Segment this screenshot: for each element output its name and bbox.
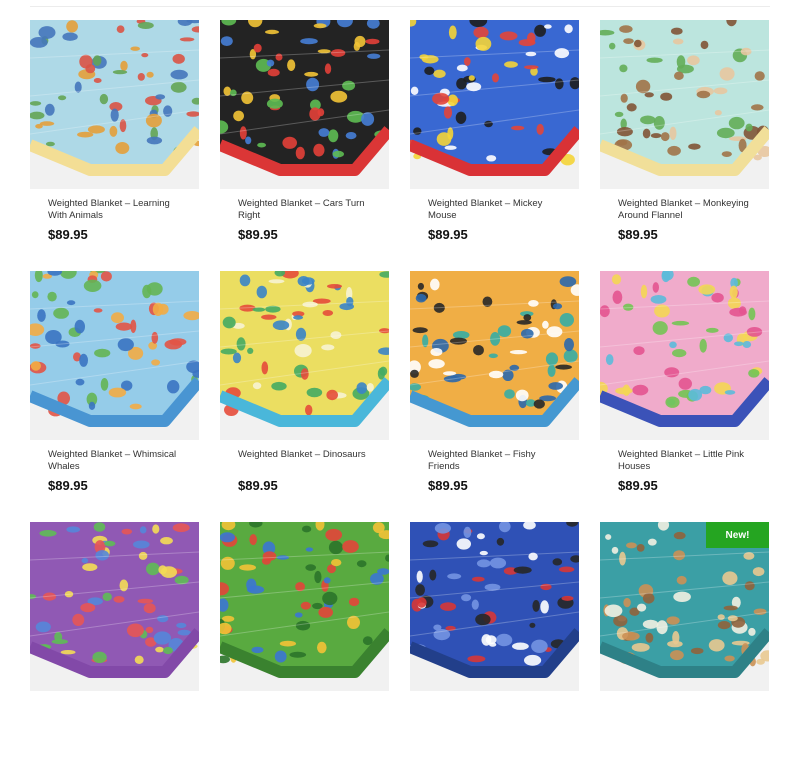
product-thumbnail[interactable] xyxy=(30,271,199,440)
product-thumbnail[interactable]: New! xyxy=(600,522,769,691)
product-title[interactable]: Weighted Blanket – Learning With Animals xyxy=(48,198,182,222)
product-price: $89.95 xyxy=(48,478,88,493)
product-card[interactable]: Weighted Blanket – Fishy Friends $89.95 xyxy=(410,271,579,522)
letters-purple-blanket-image[interactable] xyxy=(30,522,199,691)
product-title[interactable]: Weighted Blanket – Cars Turn Right xyxy=(238,198,372,222)
product-thumbnail[interactable] xyxy=(600,271,769,440)
product-price: $89.95 xyxy=(618,227,658,242)
product-card[interactable]: Weighted Blanket – Learning With Animals… xyxy=(30,20,199,271)
product-thumbnail[interactable] xyxy=(410,271,579,440)
product-title[interactable]: Weighted Blanket – Dinosaurs xyxy=(238,449,372,473)
whimsical-whales-blanket-image[interactable] xyxy=(30,271,199,440)
product-title[interactable]: Weighted Blanket – Mickey Mouse xyxy=(428,198,562,222)
product-card[interactable]: Weighted Blanket – Mickey Mouse $89.95 xyxy=(410,20,579,271)
product-thumbnail[interactable] xyxy=(220,271,389,440)
product-thumbnail[interactable] xyxy=(410,20,579,189)
product-price: $89.95 xyxy=(428,227,468,242)
product-card[interactable] xyxy=(220,522,389,773)
product-card[interactable]: Weighted Blanket – Little Pink Houses $89… xyxy=(600,271,769,522)
ninja-turtles-blanket-image[interactable] xyxy=(220,522,389,691)
product-card[interactable]: Weighted Blanket – Dinosaurs $89.95 xyxy=(220,271,389,522)
product-card[interactable]: Weighted Blanket – Cars Turn Right $89.95 xyxy=(220,20,389,271)
spiderman-blanket-image[interactable] xyxy=(410,522,579,691)
top-divider xyxy=(30,6,770,7)
product-card[interactable] xyxy=(410,522,579,773)
product-price: $89.95 xyxy=(238,227,278,242)
product-thumbnail[interactable] xyxy=(220,522,389,691)
product-thumbnail[interactable] xyxy=(410,522,579,691)
product-card[interactable]: Weighted Blanket – Monkeying Around Flan… xyxy=(600,20,769,271)
product-thumbnail[interactable] xyxy=(30,20,199,189)
product-thumbnail[interactable] xyxy=(600,20,769,189)
product-title[interactable]: Weighted Blanket – Little Pink Houses xyxy=(618,449,752,473)
product-thumbnail[interactable] xyxy=(220,20,389,189)
product-card[interactable] xyxy=(30,522,199,773)
learning-with-animals-blanket-image[interactable] xyxy=(30,20,199,189)
product-price: $89.95 xyxy=(428,478,468,493)
product-thumbnail[interactable] xyxy=(30,522,199,691)
fishy-friends-blanket-image[interactable] xyxy=(410,271,579,440)
product-title[interactable]: Weighted Blanket – Monkeying Around Flan… xyxy=(618,198,752,222)
product-title[interactable]: Weighted Blanket – Fishy Friends xyxy=(428,449,562,473)
product-price: $89.95 xyxy=(238,478,278,493)
mickey-mouse-blanket-image[interactable] xyxy=(410,20,579,189)
new-badge: New! xyxy=(706,522,769,548)
monkeying-around-blanket-image[interactable] xyxy=(600,20,769,189)
dinosaurs-blanket-image[interactable] xyxy=(220,271,389,440)
cars-turn-right-blanket-image[interactable] xyxy=(220,20,389,189)
product-price: $89.95 xyxy=(618,478,658,493)
product-card[interactable]: New! xyxy=(600,522,769,773)
product-price: $89.95 xyxy=(48,227,88,242)
product-title[interactable]: Weighted Blanket – Whimsical Whales xyxy=(48,449,182,473)
product-grid: Weighted Blanket – Learning With Animals… xyxy=(30,20,770,773)
little-pink-houses-blanket-image[interactable] xyxy=(600,271,769,440)
product-card[interactable]: Weighted Blanket – Whimsical Whales $89.9… xyxy=(30,271,199,522)
